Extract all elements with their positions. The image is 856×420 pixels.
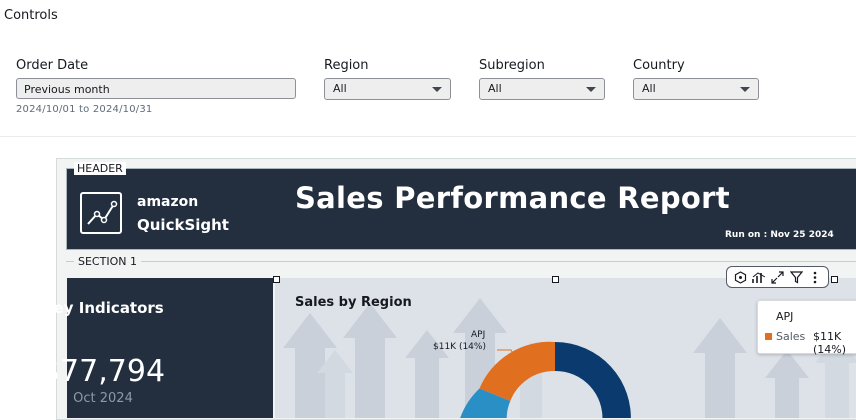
region-label: Region: [324, 58, 369, 73]
country-label: Country: [633, 58, 685, 73]
visual-toolbar: [726, 266, 829, 288]
tooltip-series: Sales: [776, 330, 806, 343]
quicksight-logo-icon: [80, 192, 122, 234]
more-options-icon[interactable]: [808, 270, 822, 284]
section-divider: [66, 261, 856, 262]
report-title: Sales Performance Report: [295, 181, 730, 215]
chevron-down-icon: [586, 87, 596, 92]
run-on-date: Run on : Nov 25 2024: [725, 230, 834, 240]
chevron-down-icon: [432, 87, 442, 92]
hexagon-icon[interactable]: [733, 270, 747, 284]
subregion-select-value: All: [488, 82, 502, 95]
header-tag: HEADER: [74, 162, 126, 175]
country-select[interactable]: All: [633, 78, 759, 100]
order-date-input[interactable]: Previous month: [16, 78, 296, 99]
logo-text-quicksight: QuickSight: [137, 216, 229, 234]
tooltip-category: APJ: [776, 310, 794, 323]
chevron-down-icon: [740, 87, 750, 92]
kpi-value: $77,794: [40, 354, 166, 389]
donut-annotation-category: APJ: [471, 330, 486, 340]
tooltip-value: $11K (14%): [813, 330, 847, 356]
region-select-value: All: [333, 82, 347, 95]
resize-handle-top-center[interactable]: [552, 276, 559, 283]
filter-icon[interactable]: [789, 270, 803, 284]
resize-handle-top-right[interactable]: [831, 276, 838, 283]
logo-text-amazon: amazon: [137, 194, 199, 210]
tooltip-legend-swatch: [765, 333, 772, 340]
visual-title: Sales by Region: [295, 295, 412, 310]
controls-title: Controls: [4, 8, 58, 23]
region-select[interactable]: All: [324, 78, 451, 100]
chart-type-icon[interactable]: [752, 270, 766, 284]
controls-divider: [0, 136, 856, 137]
order-date-range: 2024/10/01 to 2024/10/31: [16, 104, 153, 115]
country-select-value: All: [642, 82, 656, 95]
donut-annotation-value: $11K (14%): [433, 342, 486, 352]
subregion-label: Subregion: [479, 58, 545, 73]
order-date-label: Order Date: [16, 58, 89, 73]
kpi-period: Oct 2024: [73, 391, 133, 406]
resize-handle-top-left[interactable]: [273, 276, 280, 283]
expand-icon[interactable]: [770, 270, 784, 284]
kpi-title: Key Indicators: [42, 299, 164, 317]
section-tag: SECTION 1: [74, 255, 141, 268]
subregion-select[interactable]: All: [479, 78, 605, 100]
